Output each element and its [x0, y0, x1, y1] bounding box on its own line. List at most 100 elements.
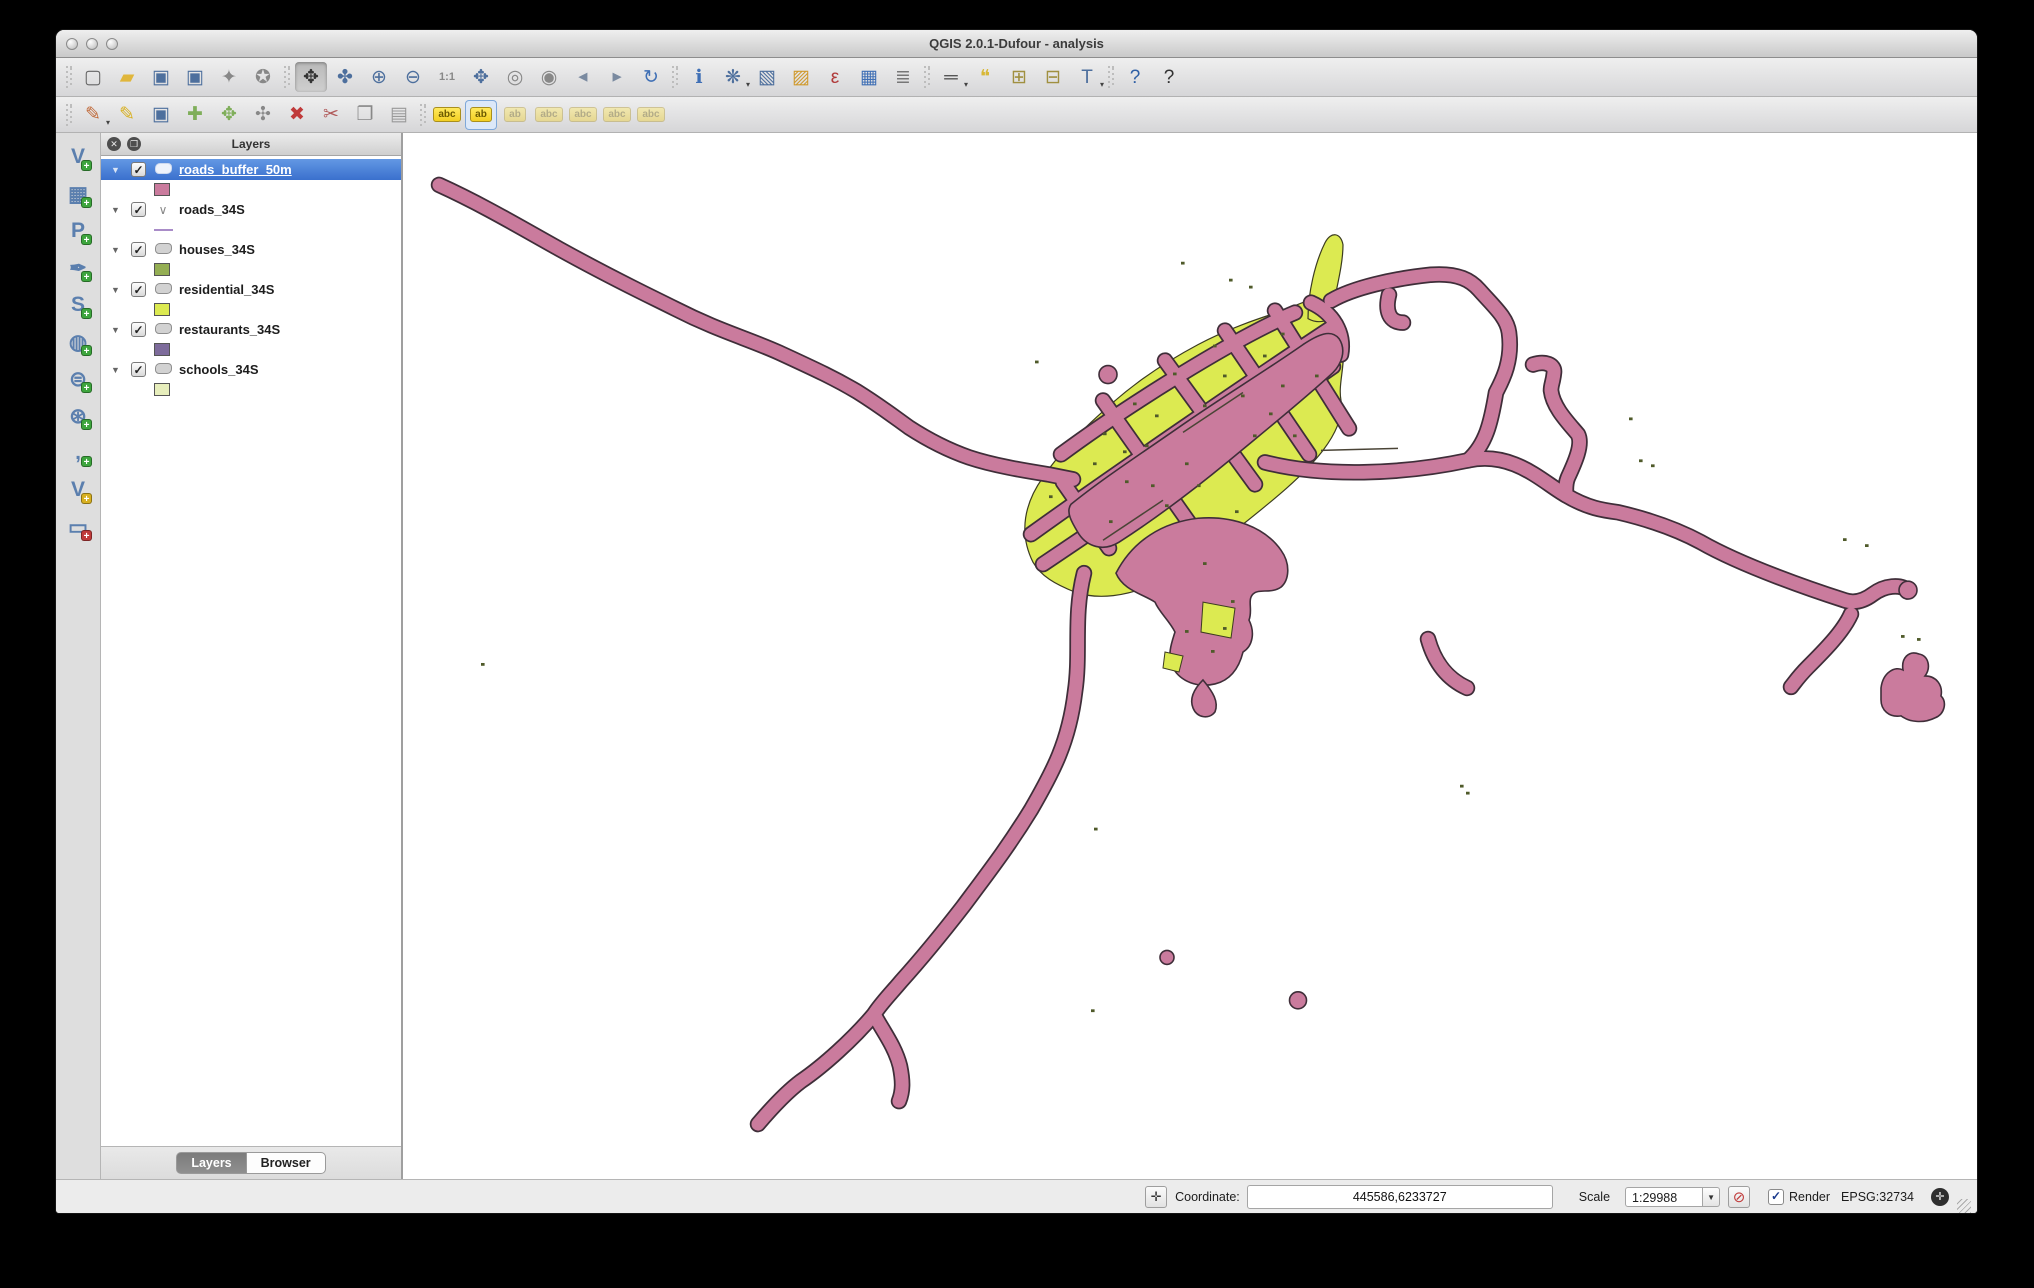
add-spatialite-layer-button[interactable]: ✒ +: [62, 252, 94, 284]
dropdown-arrow-icon[interactable]: ▾: [106, 118, 110, 127]
run-feature-action-button[interactable]: ❋ ▾: [717, 62, 750, 92]
pan-to-selection-button[interactable]: ✤: [329, 62, 361, 92]
zoom-last-button[interactable]: ◀: [567, 62, 599, 92]
layer-visibility-checkbox[interactable]: ✓: [131, 362, 146, 377]
dropdown-arrow-icon[interactable]: ▾: [1100, 80, 1104, 89]
layer-row-houses_34S[interactable]: ▼ ✓ houses_34S: [101, 239, 401, 260]
add-postgis-layer-button[interactable]: P +: [62, 215, 94, 247]
identify-features-button[interactable]: ℹ: [683, 62, 715, 92]
crs-selector-icon[interactable]: ✛: [1931, 1187, 1949, 1206]
expand-triangle-icon[interactable]: ▼: [111, 245, 123, 255]
deselect-features-button[interactable]: ▨: [785, 62, 817, 92]
zoom-to-layer-button[interactable]: ◉: [533, 62, 565, 92]
toolbar-handle[interactable]: [420, 103, 426, 126]
refresh-button[interactable]: ↻: [635, 62, 667, 92]
add-wcs-layer-button[interactable]: ⊜ +: [62, 363, 94, 395]
zoom-out-button[interactable]: ⊖: [397, 62, 429, 92]
expand-triangle-icon[interactable]: ▼: [111, 325, 123, 335]
layer-visibility-checkbox[interactable]: ✓: [131, 322, 146, 337]
paste-features-button[interactable]: ▤: [383, 100, 415, 130]
coordinate-input[interactable]: [1246, 1184, 1553, 1209]
cut-features-button[interactable]: ✂: [315, 100, 347, 130]
save-layer-edits-button[interactable]: ▣: [145, 100, 177, 130]
add-vector-layer-button[interactable]: V +: [62, 141, 94, 173]
add-feature-button[interactable]: ✚: [179, 100, 211, 130]
coordinate-toggle-icon[interactable]: ✛: [1145, 1185, 1168, 1208]
new-shapefile-layer-button[interactable]: V +: [62, 474, 94, 506]
tab-browser[interactable]: Browser: [246, 1152, 326, 1174]
expand-triangle-icon[interactable]: ▼: [111, 165, 123, 175]
dropdown-arrow-icon[interactable]: ▾: [964, 80, 968, 89]
add-wfs-layer-button[interactable]: ⊛ +: [62, 400, 94, 432]
toolbar-handle[interactable]: [924, 66, 930, 88]
layer-name: roads_buffer_50m: [179, 162, 292, 177]
zoom-full-button[interactable]: ✥: [465, 62, 497, 92]
toolbar-handle[interactable]: [672, 66, 678, 88]
layer-row-schools_34S[interactable]: ▼ ✓ schools_34S: [101, 359, 401, 380]
layer-visibility-checkbox[interactable]: ✓: [131, 202, 146, 217]
zoom-next-button[interactable]: ▶: [601, 62, 633, 92]
map-canvas[interactable]: [403, 133, 1977, 1179]
delete-selected-button[interactable]: ✖: [281, 100, 313, 130]
zoom-in-button[interactable]: ⊕: [363, 62, 395, 92]
resize-grip[interactable]: [1957, 1199, 1971, 1213]
help-contents-button[interactable]: ?: [1119, 62, 1151, 92]
stop-render-icon[interactable]: ⊘: [1728, 1185, 1751, 1208]
open-project-button[interactable]: ▰: [111, 62, 143, 92]
copy-features-button[interactable]: ❐: [349, 100, 381, 130]
label-properties-button[interactable]: abc: [635, 100, 667, 130]
whats-this-button[interactable]: ?: [1153, 62, 1185, 92]
remove-layer-button[interactable]: ▭ +: [62, 511, 94, 543]
highlight-pinned-labels-button[interactable]: ab: [499, 100, 531, 130]
render-checkbox[interactable]: ✓: [1768, 1188, 1785, 1205]
toolbar-handle[interactable]: [66, 103, 72, 126]
node-tool-button[interactable]: ✣: [247, 100, 279, 130]
zoom-actual-size-button[interactable]: 1:1: [431, 62, 463, 92]
rotate-label-button[interactable]: abc: [567, 100, 599, 130]
toolbar-handle[interactable]: [66, 66, 72, 88]
save-project-button[interactable]: ▣: [145, 62, 177, 92]
show-bookmarks-button[interactable]: ⊟: [1037, 62, 1069, 92]
layer-visibility-checkbox[interactable]: ✓: [131, 282, 146, 297]
change-label-properties-button[interactable]: abc: [601, 100, 633, 130]
add-mssql-layer-button[interactable]: S +: [62, 289, 94, 321]
text-annotation-button[interactable]: T ▾: [1071, 62, 1104, 92]
new-print-composer-button[interactable]: ✦: [213, 62, 245, 92]
labeling-options-button[interactable]: abc: [431, 100, 463, 130]
move-feature-button[interactable]: ✥: [213, 100, 245, 130]
add-raster-layer-button[interactable]: ▦ +: [62, 178, 94, 210]
new-bookmark-button[interactable]: ⊞: [1003, 62, 1035, 92]
move-label-button[interactable]: abc: [533, 100, 565, 130]
layer-row-roads_34S[interactable]: ▼ ✓ ∨ roads_34S: [101, 199, 401, 220]
dropdown-arrow-icon[interactable]: ▾: [746, 80, 750, 89]
toolbar-handle[interactable]: [284, 66, 290, 88]
layer-row-residential_34S[interactable]: ▼ ✓ residential_34S: [101, 279, 401, 300]
expand-triangle-icon[interactable]: ▼: [111, 285, 123, 295]
tab-layers[interactable]: Layers: [176, 1152, 247, 1174]
pan-map-button[interactable]: ✥: [295, 62, 327, 92]
open-attribute-table-button[interactable]: ▦: [853, 62, 885, 92]
layer-row-restaurants_34S[interactable]: ▼ ✓ restaurants_34S: [101, 319, 401, 340]
expand-triangle-icon[interactable]: ▼: [111, 365, 123, 375]
select-features-button[interactable]: ▧: [751, 62, 783, 92]
map-tips-button[interactable]: ❝: [969, 62, 1001, 92]
composer-manager-button[interactable]: ✪: [247, 62, 279, 92]
add-delimited-text-layer-button[interactable]: , +: [62, 437, 94, 469]
layer-visibility-checkbox[interactable]: ✓: [131, 162, 146, 177]
zoom-to-selection-button[interactable]: ◎: [499, 62, 531, 92]
add-wms-layer-button[interactable]: ◍ +: [62, 326, 94, 358]
save-project-as-button[interactable]: ▣: [179, 62, 211, 92]
expand-triangle-icon[interactable]: ▼: [111, 205, 123, 215]
scale-combo-arrow-icon[interactable]: ▼: [1703, 1186, 1721, 1207]
select-by-expression-button[interactable]: ε: [819, 62, 851, 92]
pin-unpin-labels-button[interactable]: ab: [465, 99, 497, 130]
layer-row-roads_buffer_50m[interactable]: ▼ ✓ roads_buffer_50m: [101, 159, 401, 180]
toolbar-handle[interactable]: [1108, 66, 1114, 88]
toggle-editing-button[interactable]: ✎: [111, 100, 143, 130]
measure-line-button[interactable]: ═ ▾: [935, 62, 968, 92]
new-project-button[interactable]: ▢: [77, 62, 109, 92]
scale-combo[interactable]: 1:29988: [1625, 1186, 1704, 1207]
layer-visibility-checkbox[interactable]: ✓: [131, 242, 146, 257]
current-edits-button[interactable]: ✎ ▾: [77, 100, 110, 130]
field-calculator-button[interactable]: ≣: [887, 62, 919, 92]
